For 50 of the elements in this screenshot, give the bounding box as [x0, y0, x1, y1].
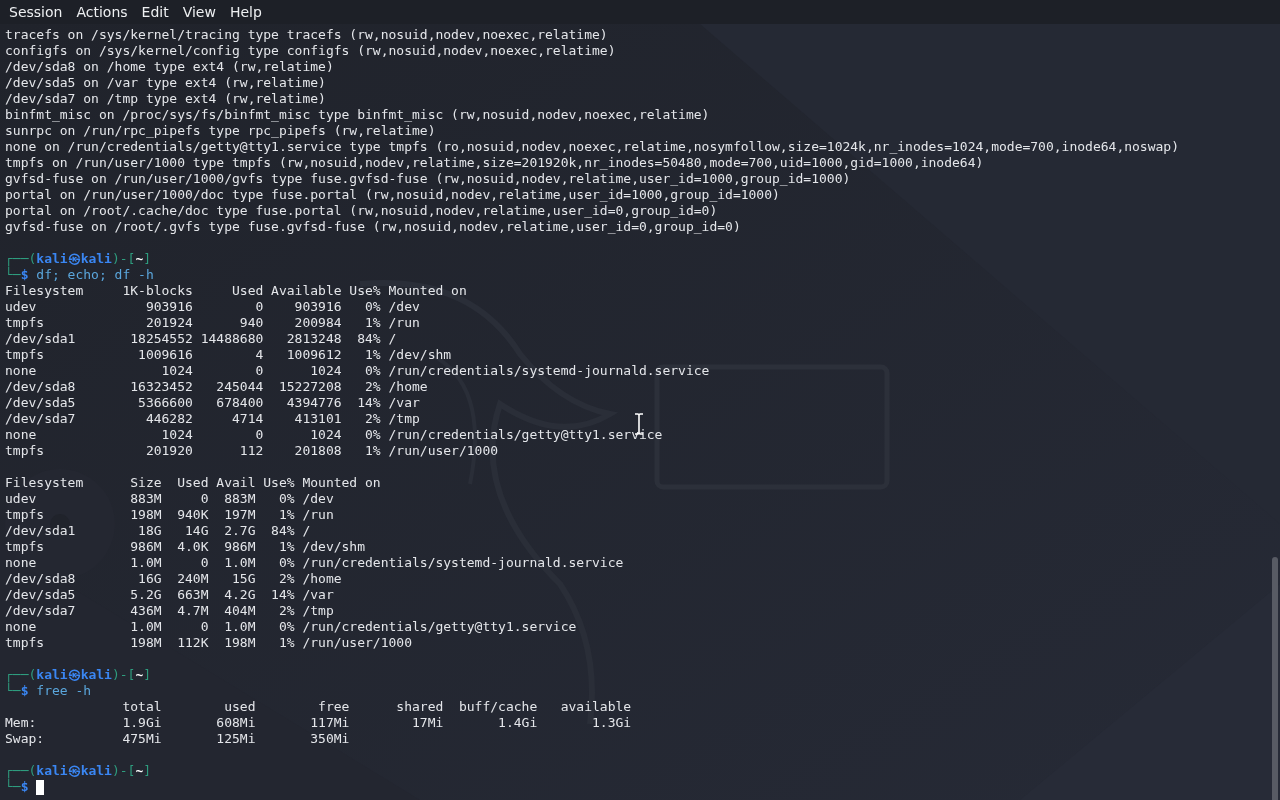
output-line: /dev/sda8 16323452 245044 15227208 2% /home	[5, 379, 428, 395]
output-line: gvfsd-fuse on /root/.gvfs type fuse.gvfsd-fuse (rw,nosuid,nodev,relatime,user_id=0,group_id=0)	[5, 219, 741, 235]
output-line: tmpfs 201924 940 200984 1% /run	[5, 315, 420, 331]
output-line: gvfsd-fuse on /run/user/1000/gvfs type fuse.gvfsd-fuse (rw,nosuid,nodev,relatime,user_id=1000,group_id=1000)	[5, 171, 851, 187]
output-line: none 1024 0 1024 0% /run/credentials/getty@tty1.service	[5, 427, 663, 443]
output-line: binfmt_misc on /proc/sys/fs/binfmt_misc type binfmt_misc (rw,nosuid,nodev,noexec,relatime)	[5, 107, 710, 123]
prompt-line: ┌──(kali㉿kali)-[~]	[5, 763, 152, 779]
scrollbar[interactable]	[1272, 557, 1278, 800]
output-line: none on /run/credentials/getty@tty1.service type tmpfs (ro,nosuid,nodev,noexec,relatime,nosymfollow,size=1024k,nr_inodes=1024,mode=700,inode64,noswap)	[5, 139, 1179, 155]
menu-item[interactable]: Edit	[134, 2, 176, 22]
output-line: sunrpc on /run/rpc_pipefs type rpc_pipefs (rw,relatime)	[5, 123, 436, 139]
output-line: tmpfs 1009616 4 1009612 1% /dev/shm	[5, 347, 452, 363]
output-line: /dev/sda1 18G 14G 2.7G 84% /	[5, 523, 311, 539]
output-line: /dev/sda8 16G 240M 15G 2% /home	[5, 571, 342, 587]
output-line: none 1024 0 1024 0% /run/credentials/systemd-journald.service	[5, 363, 710, 379]
output-line: tmpfs 201920 112 201808 1% /run/user/1000	[5, 443, 499, 459]
output-line: udev 883M 0 883M 0% /dev	[5, 491, 334, 507]
menu-item[interactable]: Help	[222, 2, 269, 22]
output-line: tracefs on /sys/kernel/tracing type tracefs (rw,nosuid,nodev,noexec,relatime)	[5, 27, 608, 43]
output-line: portal on /root/.cache/doc type fuse.portal (rw,nosuid,nodev,relatime,user_id=0,group_id=0)	[5, 203, 718, 219]
output-line: total used free shared buff/cache available	[121, 699, 632, 715]
prompt-line: ┌──(kali㉿kali)-[~]	[5, 251, 152, 267]
command-line: └─$ df; echo; df -h	[5, 267, 154, 283]
output-line: Filesystem 1K-blocks Used Available Use% Mounted on	[5, 283, 467, 299]
output-line: Filesystem Size Used Avail Use% Mounted on	[5, 475, 381, 491]
output-line: Swap: 475Mi 125Mi 350Mi	[5, 731, 350, 747]
output-line: tmpfs 198M 940K 197M 1% /run	[5, 507, 334, 523]
output-line: /dev/sda7 436M 4.7M 404M 2% /tmp	[5, 603, 334, 619]
output-line: /dev/sda5 5.2G 663M 4.2G 14% /var	[5, 587, 334, 603]
output-line: /dev/sda1 18254552 14488680 2813248 84% /	[5, 331, 397, 347]
menu-item[interactable]: Actions	[69, 2, 135, 22]
output-line: /dev/sda5 on /var type ext4 (rw,relatime)	[5, 75, 326, 91]
command-line: └─$ free -h	[5, 683, 92, 699]
output-line: udev 903916 0 903916 0% /dev	[5, 299, 420, 315]
prompt-line: ┌──(kali㉿kali)-[~]	[5, 667, 152, 683]
output-line: /dev/sda7 446282 4714 413101 2% /tmp	[5, 411, 420, 427]
output-line: none 1.0M 0 1.0M 0% /run/credentials/getty@tty1.service	[5, 619, 577, 635]
output-line: none 1.0M 0 1.0M 0% /run/credentials/systemd-journald.service	[5, 555, 624, 571]
command-line: └─$	[5, 779, 29, 795]
menu-item[interactable]: View	[175, 2, 223, 22]
output-line: /dev/sda5 5366600 678400 4394776 14% /var	[5, 395, 420, 411]
menu-item[interactable]: Session	[2, 2, 70, 22]
output-line: configfs on /sys/kernel/config type configfs (rw,nosuid,nodev,noexec,relatime)	[5, 43, 616, 59]
output-line: tmpfs 198M 112K 198M 1% /run/user/1000	[5, 635, 412, 651]
output-line: tmpfs on /run/user/1000 type tmpfs (rw,nosuid,nodev,relatime,size=201920k,nr_inodes=50480,mode=700,uid=1000,gid=1000,inode64)	[5, 155, 984, 171]
output-line: tmpfs 986M 4.0K 986M 1% /dev/shm	[5, 539, 366, 555]
output-line: /dev/sda8 on /home type ext4 (rw,relatime)	[5, 59, 334, 75]
output-line: portal on /run/user/1000/doc type fuse.portal (rw,nosuid,nodev,relatime,user_id=1000,group_id=1000)	[5, 187, 780, 203]
output-line: Mem: 1.9Gi 608Mi 117Mi 17Mi 1.4Gi 1.3Gi	[5, 715, 632, 731]
output-line: /dev/sda7 on /tmp type ext4 (rw,relatime)	[5, 91, 326, 107]
